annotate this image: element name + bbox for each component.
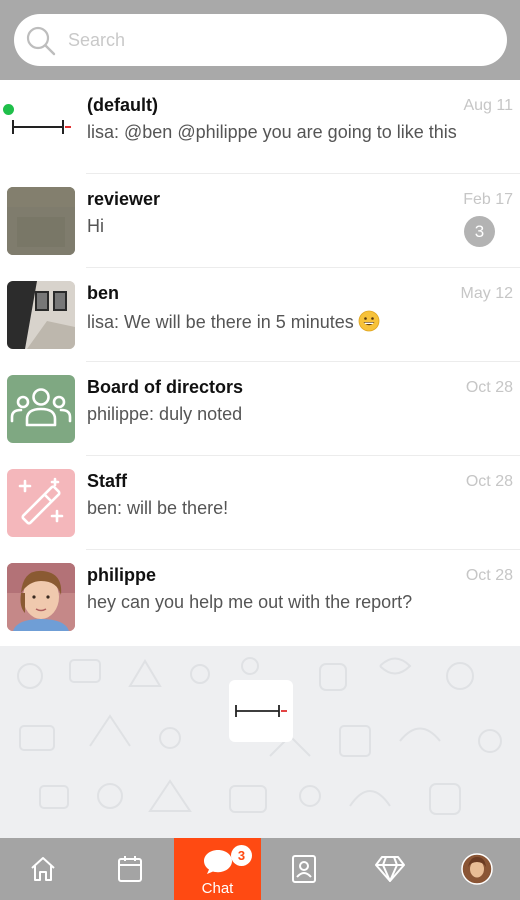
chat-name: philippe bbox=[87, 565, 156, 585]
chat-date: Oct 28 bbox=[465, 567, 513, 584]
group-icon bbox=[7, 375, 75, 443]
nav-calendar[interactable] bbox=[87, 838, 173, 900]
magic-wand-icon bbox=[7, 469, 75, 537]
chat-date: Oct 28 bbox=[465, 473, 513, 490]
chat-preview: lisa: We will be there in 5 minutes bbox=[87, 310, 457, 333]
avatar bbox=[7, 187, 75, 255]
chat-preview: philippe: duly noted bbox=[87, 404, 243, 424]
avatar bbox=[7, 563, 75, 631]
chat-name: Board of directors bbox=[87, 377, 244, 397]
chat-row-philippe[interactable]: philippe hey can you help me out with th… bbox=[0, 550, 520, 644]
chat-name: ben bbox=[87, 283, 120, 303]
chat-preview: ben: will be there! bbox=[87, 498, 229, 518]
calendar-icon bbox=[118, 856, 142, 882]
chat-name: reviewer bbox=[87, 189, 161, 209]
chat-row-ben[interactable]: ben lisa: We will be there in 5 minutes … bbox=[0, 268, 520, 362]
chat-date: Oct 28 bbox=[465, 379, 513, 396]
chat-name: (default) bbox=[87, 95, 158, 115]
nav-chat-badge: 3 bbox=[231, 845, 252, 866]
profile-avatar bbox=[460, 853, 493, 885]
diamond-icon bbox=[375, 856, 405, 882]
chat-date: May 12 bbox=[460, 285, 513, 302]
chat-preview: Hi bbox=[87, 216, 104, 236]
nav-home[interactable] bbox=[0, 838, 86, 900]
chat-icon bbox=[203, 850, 232, 874]
chat-preview-text: lisa: We will be there in 5 minutes bbox=[87, 312, 354, 332]
app-logo-icon bbox=[7, 93, 75, 161]
chat-list: (default) lisa: @ben @philippe you are g… bbox=[0, 80, 520, 646]
chat-preview: hey can you help me out with the report? bbox=[87, 592, 413, 612]
chat-name: Staff bbox=[87, 471, 127, 491]
bottom-nav: 3 Chat bbox=[0, 838, 520, 900]
unread-badge: 3 bbox=[464, 216, 495, 247]
search-input[interactable] bbox=[68, 27, 488, 53]
online-status-indicator bbox=[3, 104, 14, 115]
nav-contacts[interactable] bbox=[261, 838, 347, 900]
chat-row-reviewer[interactable]: reviewer Hi Feb 17 3 bbox=[0, 174, 520, 268]
home-icon bbox=[31, 857, 55, 881]
chat-row-staff[interactable]: Staff ben: will be there! Oct 28 bbox=[0, 456, 520, 550]
search-header bbox=[0, 0, 520, 80]
search-icon[interactable] bbox=[26, 26, 56, 56]
contacts-icon bbox=[292, 855, 316, 883]
nav-profile[interactable] bbox=[433, 838, 520, 900]
nav-chat[interactable]: 3 Chat bbox=[174, 838, 261, 900]
chat-date: Aug 11 bbox=[463, 97, 513, 114]
avatar bbox=[7, 281, 75, 349]
app-logo-icon bbox=[229, 680, 293, 742]
nav-chat-label: Chat bbox=[201, 880, 234, 897]
grinning-face-icon bbox=[358, 310, 380, 332]
nav-diamond[interactable] bbox=[347, 838, 433, 900]
chat-date: Feb 17 bbox=[463, 191, 513, 208]
chat-row-board-of-directors[interactable]: Board of directors philippe: duly noted … bbox=[0, 362, 520, 456]
chat-preview: lisa: @ben @philippe you are going to li… bbox=[87, 122, 457, 142]
chat-row-default[interactable]: (default) lisa: @ben @philippe you are g… bbox=[0, 80, 520, 174]
